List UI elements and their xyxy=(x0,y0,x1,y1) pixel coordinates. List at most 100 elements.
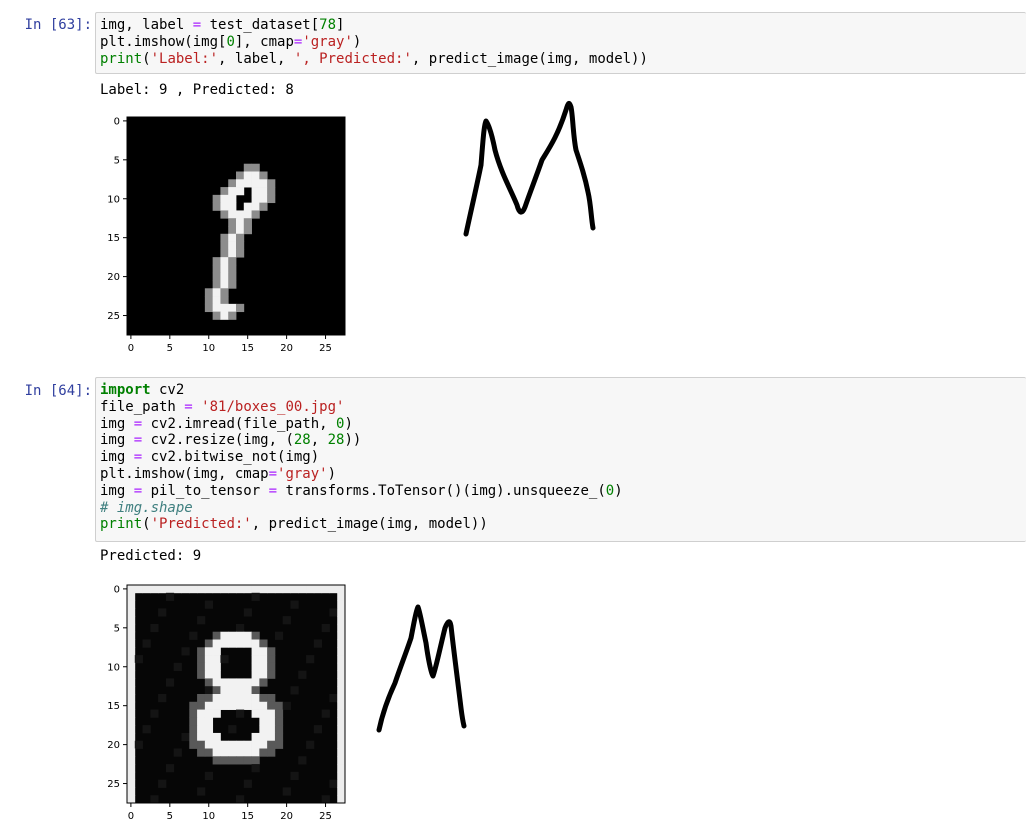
image-pixel xyxy=(298,585,307,594)
image-pixel xyxy=(274,701,284,710)
code-token: , predict_image(img, model)) xyxy=(411,50,648,67)
image-pixel xyxy=(337,600,346,609)
code-token: ], cmap xyxy=(234,33,294,50)
image-pixel xyxy=(251,748,260,757)
image-pixel xyxy=(220,187,229,196)
image-pixel xyxy=(127,600,136,609)
image-pixel xyxy=(243,202,252,211)
image-pixel xyxy=(243,163,252,172)
image-pixel xyxy=(251,701,260,710)
image-pixel xyxy=(212,756,221,765)
image-pixel xyxy=(251,179,260,188)
image-pixel xyxy=(204,600,214,609)
image-pixel xyxy=(189,732,198,742)
image-pixel xyxy=(197,748,206,757)
image-pixel xyxy=(337,795,346,804)
image-pixel xyxy=(189,585,198,594)
image-pixel xyxy=(259,678,268,687)
image-pixel xyxy=(228,686,237,695)
image-pixel xyxy=(236,701,245,710)
image-pixel xyxy=(313,725,323,734)
image-pixel xyxy=(204,771,214,781)
image-pixel xyxy=(228,311,237,320)
image-pixel xyxy=(204,694,214,703)
image-pixel xyxy=(212,662,221,672)
image-pixel xyxy=(127,655,136,664)
code-token: img, label xyxy=(100,17,193,33)
image-pixel xyxy=(243,639,252,648)
code-token: ) xyxy=(614,482,623,499)
image-pixel xyxy=(127,585,136,594)
image-pixel xyxy=(197,717,206,726)
image-pixel xyxy=(236,303,245,313)
y-tick-label: 10 xyxy=(107,194,120,205)
code-token: 'gray' xyxy=(302,33,353,50)
image-pixel xyxy=(236,179,245,188)
image-pixel xyxy=(306,740,315,749)
image-pixel xyxy=(228,725,237,734)
image-pixel xyxy=(267,748,276,757)
image-pixel xyxy=(127,616,136,625)
code-token: )) xyxy=(344,432,362,449)
cell-63-code-input[interactable]: img, label = test_dataset[78] plt.imshow(… xyxy=(95,12,1026,74)
code-token: pil_to_tensor xyxy=(142,482,269,499)
code-line: img = cv2.bitwise_not(img) xyxy=(100,449,1022,466)
image-pixel xyxy=(251,709,260,718)
image-pixel xyxy=(321,795,330,804)
image-pixel xyxy=(274,732,284,742)
image-pixel xyxy=(274,631,284,640)
image-pixel xyxy=(236,623,245,633)
image-pixel xyxy=(337,592,346,601)
handdrawn-m-scribble xyxy=(463,100,596,237)
code-token: = xyxy=(268,482,278,499)
image-pixel xyxy=(212,264,221,274)
code-token: 28 xyxy=(327,432,345,449)
code-token: file_path xyxy=(100,398,185,415)
image-pixel xyxy=(329,608,338,617)
image-pixel xyxy=(197,670,206,679)
image-pixel xyxy=(243,694,252,703)
image-pixel xyxy=(127,694,136,703)
image-pixel xyxy=(127,787,136,796)
code-token: 'Predicted:' xyxy=(150,516,252,533)
image-pixel xyxy=(158,585,167,594)
image-pixel xyxy=(212,194,221,204)
image-pixel xyxy=(127,732,136,742)
image-pixel xyxy=(197,709,206,718)
image-pixel xyxy=(259,194,268,204)
image-pixel xyxy=(220,296,229,305)
image-pixel xyxy=(251,764,260,773)
code-line: import cv2 xyxy=(100,382,1022,399)
image-pixel xyxy=(204,686,214,695)
image-pixel xyxy=(212,701,221,710)
image-pixel xyxy=(228,740,237,749)
image-pixel xyxy=(165,678,175,687)
image-pixel xyxy=(197,725,206,734)
image-pixel xyxy=(228,264,237,274)
code-line: img = pil_to_tensor = transforms.ToTenso… xyxy=(100,483,1022,500)
image-pixel xyxy=(329,585,338,594)
image-pixel xyxy=(228,249,237,258)
image-pixel xyxy=(220,639,229,648)
code-token: 78 xyxy=(319,17,337,33)
code-line: img = cv2.resize(img, (28, 28)) xyxy=(100,432,1022,449)
code-token: ', Predicted:' xyxy=(293,50,412,67)
image-pixel xyxy=(337,740,346,749)
image-pixel xyxy=(321,585,330,594)
image-pixel xyxy=(337,608,346,617)
cell-64-code-input[interactable]: import cv2 file_path = '81/boxes_00.jpg'i… xyxy=(95,377,1026,542)
y-tick-label: 15 xyxy=(107,701,120,712)
image-pixel xyxy=(236,694,245,703)
image-pixel xyxy=(228,756,237,765)
image-pixel xyxy=(337,756,346,765)
image-pixel xyxy=(204,662,214,672)
image-pixel xyxy=(236,226,245,235)
code-token: '81/boxes_00.jpg' xyxy=(201,398,345,415)
image-pixel xyxy=(274,585,284,594)
image-pixel xyxy=(127,709,136,718)
image-pixel xyxy=(251,694,260,703)
image-pixel xyxy=(321,623,330,633)
image-pixel xyxy=(243,171,252,180)
image-pixel xyxy=(212,655,221,664)
image-pixel xyxy=(204,655,214,664)
